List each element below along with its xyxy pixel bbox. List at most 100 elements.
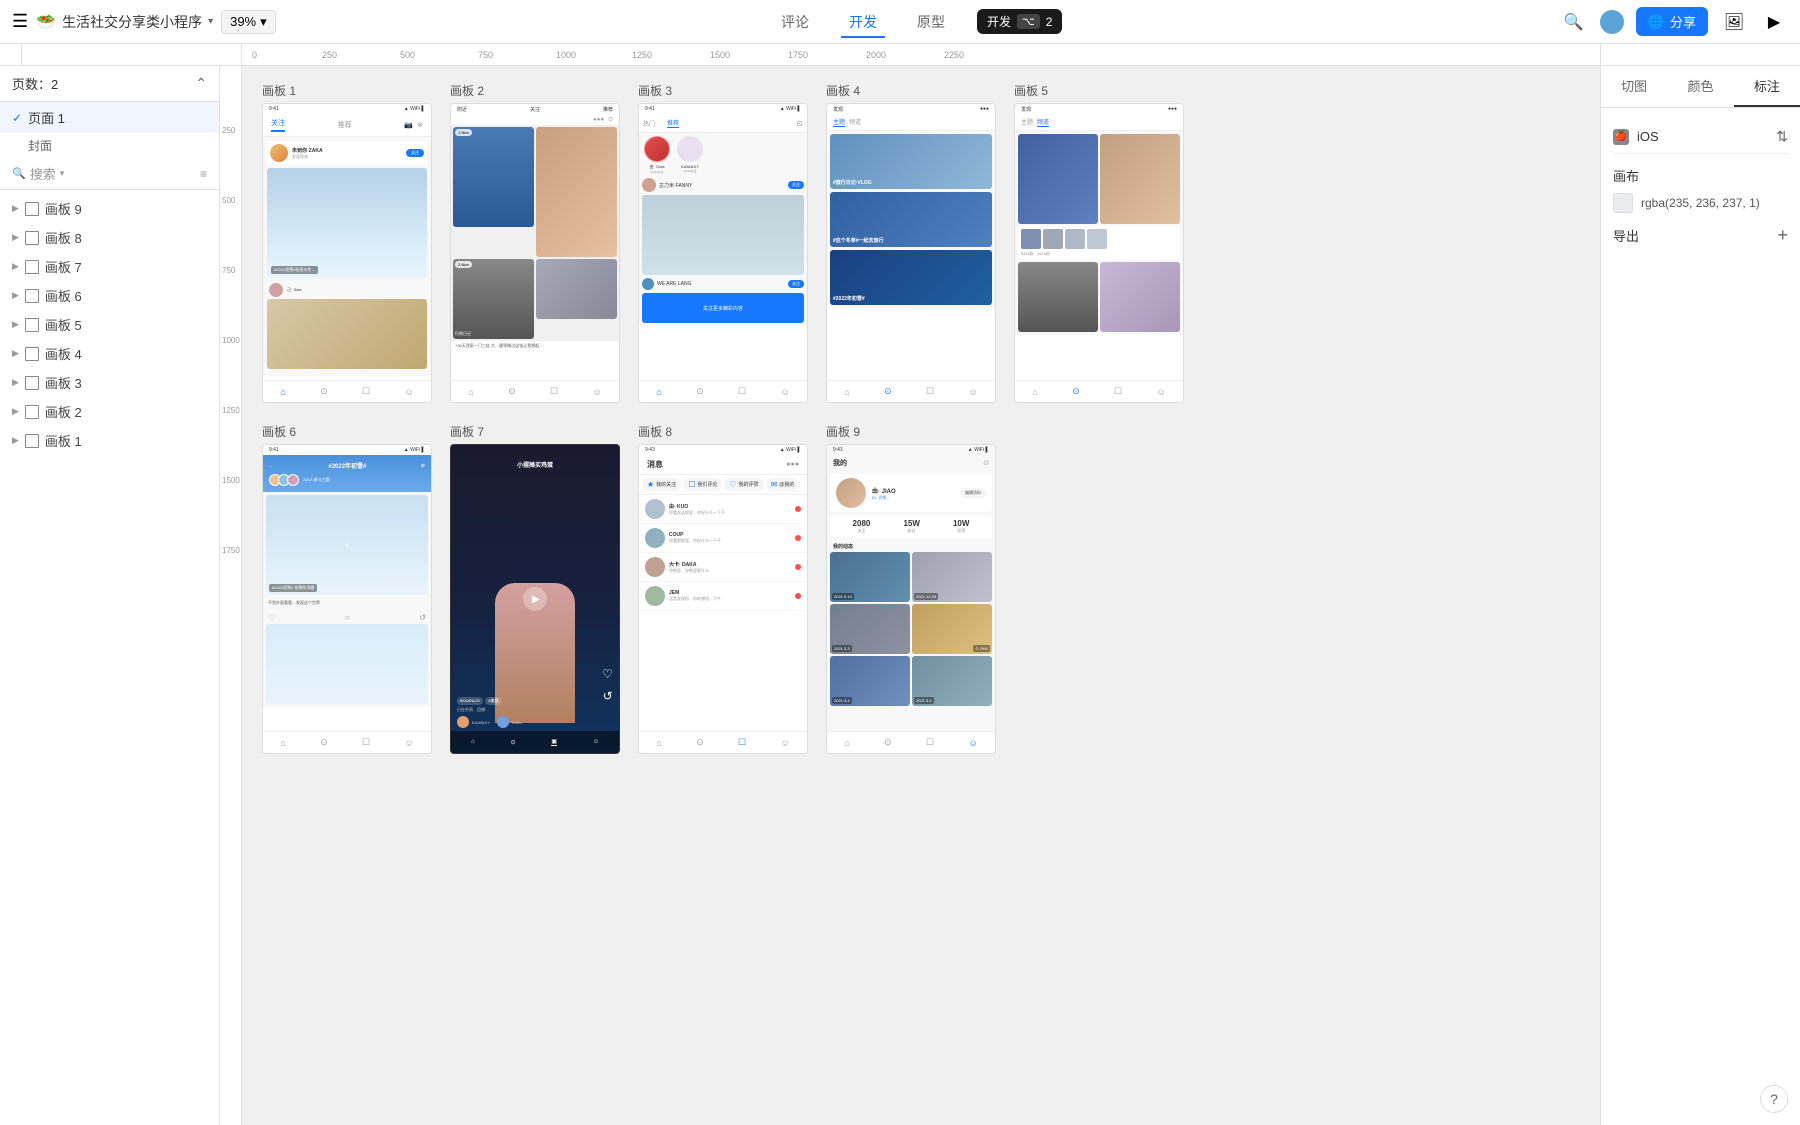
frame-label: 画板 1	[45, 431, 82, 450]
dev-badge-num: 2	[1046, 15, 1053, 29]
board-5-mockup[interactable]: 发现●●● 主题 频道	[1014, 103, 1184, 403]
nav5-chat: ☐	[1114, 386, 1122, 397]
zoom-button[interactable]: 39% ▾	[221, 10, 276, 34]
jem-content: JEM 这是发现你，你的感悟，下午	[669, 590, 791, 602]
app-logo[interactable]: 🥗 生活社交分享类小程序 ▾	[36, 12, 213, 32]
sidebar-item-board8[interactable]: ▶ 画板 8	[0, 223, 219, 252]
sidebar-page-item-1[interactable]: ✓ 页面 1	[0, 102, 219, 133]
user-card-3b: KAANLIIY 3040关注	[675, 136, 705, 174]
follow-fanny: 关注	[788, 181, 804, 189]
board-9-mockup[interactable]: 9:41▲ WiFi ▌ 我的 ⊙	[826, 444, 996, 754]
ruler-top-container: 0 250 500 750 1000 1250 1500 1750 2000 2…	[0, 44, 1800, 66]
daka-content: 大卡· DAKA 你那里，你那里呢什么	[669, 561, 791, 574]
bottom-nav-2: ⌂ ⊙ ☐ ☺	[451, 380, 619, 402]
post-img-5: 2021.3.4	[830, 656, 910, 706]
ruler-mark-0: 0	[252, 50, 257, 60]
va2-name: KAliU	[512, 720, 522, 725]
frame-list: ▶ 画板 9 ▶ 画板 8 ▶ 画板 7 ▶ 画板 6 ▶	[0, 190, 219, 459]
apple-icon: 🍎	[1613, 129, 1629, 145]
sidebar-cover-item[interactable]: 封面	[0, 133, 219, 158]
kuo-msg: 你看这这那里，你好什么一下子	[669, 510, 791, 516]
tab-prototype[interactable]: 原型	[909, 8, 953, 36]
frame-icon	[25, 318, 39, 332]
tab-review[interactable]: 评论	[773, 8, 817, 36]
boards-row-1: 画板 1 9:41▲ WiFi ▌ 关注 推荐 📷 ⊕	[262, 82, 1580, 403]
search-options-icon[interactable]: ≡	[200, 167, 207, 181]
frame-icon	[25, 434, 39, 448]
tab-annotation[interactable]: 标注	[1734, 66, 1800, 107]
export-add-icon[interactable]: +	[1777, 225, 1788, 246]
card-fashion	[536, 127, 617, 257]
play-icon[interactable]: ▶	[1760, 8, 1788, 36]
history-icon[interactable]	[1600, 10, 1624, 34]
sidebar-item-board9[interactable]: ▶ 画板 9	[0, 194, 219, 223]
tab-dev[interactable]: 开发	[841, 8, 885, 36]
sidebar-item-board7[interactable]: ▶ 画板 7	[0, 252, 219, 281]
bottom-nav-9: ⌂ ⊙ ☐ ☺	[827, 731, 995, 753]
back-arrow: ←	[269, 463, 274, 469]
platform-settings-icon[interactable]: ⇅	[1776, 128, 1788, 145]
board-4-title: 画板 4	[826, 82, 996, 99]
board-6-mockup[interactable]: 9:41▲ WiFi ▌ ← #2022年初雪# ⊕	[262, 444, 432, 754]
board5-tabs: 主题 频道	[1015, 114, 1183, 131]
tab-cutout[interactable]: 切图	[1601, 66, 1667, 107]
play-btn[interactable]: ▶	[523, 587, 547, 611]
page-name-1: 页面 1	[28, 108, 65, 127]
play-icon: ▶	[532, 594, 540, 605]
frame-label: 画板 2	[45, 402, 82, 421]
frame-arrow-icon: ▶	[12, 290, 19, 301]
sidebar-item-board2[interactable]: ▶ 画板 2	[0, 397, 219, 426]
board-4-mockup[interactable]: 发现●●● 主题 频道 #旅行日记·VLOG	[826, 103, 996, 403]
video-avatars: KAANLIIY KAliU	[457, 716, 579, 728]
canvas-scroll[interactable]: 画板 1 9:41▲ WiFi ▌ 关注 推荐 📷 ⊕	[242, 66, 1600, 1125]
board-8-mockup[interactable]: 9:43▲ WiFi ▌ 消息 ●●● ★	[638, 444, 808, 754]
profile-settings: ⊙	[983, 459, 989, 467]
sidebar-item-board4[interactable]: ▶ 画板 4	[0, 339, 219, 368]
msg-title: 消息	[647, 459, 663, 470]
nav4-search: ⊙	[884, 386, 892, 397]
canvas-area-wrapper: 250 500 750 1000 1250 1500 1750 画板 1 9:4…	[220, 66, 1600, 1125]
profile-edit-btn: 编辑资料	[960, 488, 986, 498]
post-img-3: 2021.3.3	[830, 604, 910, 654]
kuo-name: 由· KUO	[669, 503, 791, 510]
board-3-mockup[interactable]: 9:41▲ WiFi ▌ 热门 推荐 ⊙	[638, 103, 808, 403]
sidebar-item-board5[interactable]: ▶ 画板 5	[0, 310, 219, 339]
msg-list: 由· KUO 你看这这那里，你好什么一下子 COUP 你看那	[639, 495, 807, 611]
coup-content: COUP 你看那那里，你好什么一下子	[669, 532, 791, 544]
board4-content: #旅行日记·VLOG #这个冬季#一起去旅行 #2022年初雪#	[827, 131, 995, 308]
status-bar-6: 9:41▲ WiFi ▌	[263, 445, 431, 455]
tab-color[interactable]: 颜色	[1667, 66, 1733, 107]
small-img-3	[1065, 229, 1085, 249]
sidebar-item-board6[interactable]: ▶ 画板 6	[0, 281, 219, 310]
v-share-icon: ↺	[603, 689, 613, 703]
help-label: ?	[1770, 1091, 1778, 1107]
va2	[497, 716, 509, 728]
options-dots: ⊕	[421, 463, 425, 469]
sidebar-collapse-icon[interactable]: ⌃	[195, 75, 207, 92]
image-icon[interactable]: 🖼	[1720, 8, 1748, 36]
profile-info: 由· JIAO ID: 识别... 编辑资料	[830, 474, 992, 512]
status-bar-4: 发现●●●	[827, 104, 995, 114]
board-2-mockup[interactable]: 附近关注推荐 ●●● ⊙ 1.5km	[450, 103, 620, 403]
help-button[interactable]: ?	[1760, 1085, 1788, 1113]
daka-name: 大卡· DAKA	[669, 561, 791, 568]
small-img-row	[1021, 229, 1177, 249]
menu-icon[interactable]: ☰	[12, 11, 28, 32]
user-sub: 发现探索	[292, 154, 402, 160]
ruler-mark-1750: 1750	[788, 50, 808, 60]
board-7-mockup[interactable]: 9:41▲ WiFi ▌ ▶ 小摆摊买	[450, 444, 620, 754]
right-panel: 切图 颜色 标注 🍎 iOS ⇅ 画布 rgba(235, 236, 237, …	[1600, 66, 1800, 1125]
page-check-icon: ✓	[12, 111, 22, 125]
search-icon[interactable]: 🔍	[1560, 8, 1588, 36]
board2-icons: ●●● ⊙	[451, 114, 619, 125]
sidebar-item-board3[interactable]: ▶ 画板 3	[0, 368, 219, 397]
canvas-section-title: 画布	[1613, 166, 1788, 185]
sidebar-item-board1[interactable]: ▶ 画板 1	[0, 426, 219, 455]
bottom-nav: ⌂ ⊙ ☐ ☺	[263, 380, 431, 402]
share-button[interactable]: 🌐 分享	[1636, 7, 1708, 36]
nav4-profile: ☺	[969, 387, 978, 397]
frame-arrow-icon: ▶	[12, 406, 19, 417]
msg-item-coup[interactable]: COUP 你看那那里，你好什么一下子	[639, 524, 807, 553]
board-6-wrapper: 画板 6 9:41▲ WiFi ▌ ← #2022年初雪# ⊕	[262, 423, 432, 754]
board-1-mockup[interactable]: 9:41▲ WiFi ▌ 关注 推荐 📷 ⊕	[262, 103, 432, 403]
